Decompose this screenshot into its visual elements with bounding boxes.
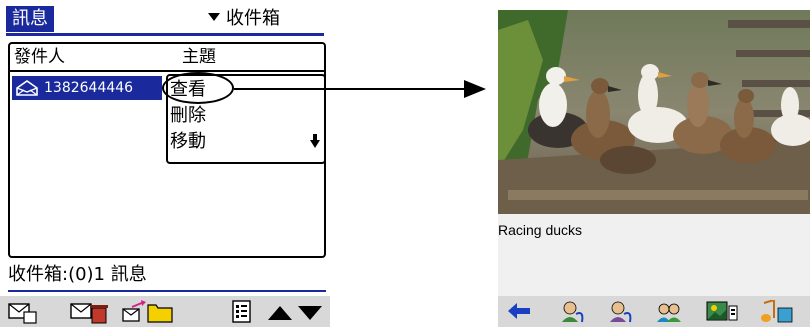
menu-item-move[interactable]: 移動 bbox=[170, 130, 206, 154]
message-row[interactable]: 1382644446 bbox=[12, 76, 162, 100]
status-divider bbox=[8, 290, 326, 292]
title-divider bbox=[6, 33, 324, 36]
highlight-circle bbox=[162, 72, 234, 104]
app-title[interactable]: 訊息 bbox=[6, 6, 54, 32]
ducks-photo bbox=[498, 10, 810, 214]
scroll-up-icon[interactable] bbox=[268, 306, 292, 320]
list-header: 發件人 主題 bbox=[10, 44, 324, 72]
menu-item-delete[interactable]: 刪除 bbox=[170, 104, 206, 128]
image-icon[interactable] bbox=[706, 300, 738, 324]
dropdown-triangle-icon bbox=[208, 13, 220, 21]
inbox-status: 收件箱:(0)1 訊息 bbox=[8, 264, 147, 285]
title-bar: 訊息 收件箱 bbox=[0, 6, 330, 36]
pointer-arrow-line bbox=[234, 88, 466, 90]
scroll-down-icon[interactable] bbox=[298, 306, 322, 320]
music-note-icon[interactable] bbox=[758, 300, 798, 324]
envelope-icon bbox=[16, 80, 38, 96]
contact-icon-3[interactable] bbox=[656, 300, 682, 324]
move-to-folder-icon[interactable] bbox=[122, 300, 174, 324]
contact-icon-2[interactable] bbox=[608, 300, 634, 324]
delete-message-icon[interactable] bbox=[70, 300, 110, 324]
messages-screen: 訊息 收件箱 發件人 主題 1382644446 查看 刪除 移動 收件箱:(0… bbox=[0, 0, 330, 327]
back-arrow-icon[interactable] bbox=[508, 303, 530, 319]
column-header-subject: 主題 bbox=[182, 47, 216, 67]
category-label: 收件箱 bbox=[226, 8, 280, 29]
right-toolbar bbox=[498, 296, 810, 327]
new-message-icon[interactable] bbox=[8, 300, 38, 324]
column-header-sender: 發件人 bbox=[14, 47, 65, 67]
menu-scroll-down-icon[interactable] bbox=[310, 134, 320, 148]
left-toolbar bbox=[0, 296, 330, 327]
image-caption: Racing ducks bbox=[498, 222, 583, 238]
caption-area: Racing ducks bbox=[498, 214, 810, 296]
message-viewer-screen: Racing ducks bbox=[498, 0, 810, 327]
category-dropdown[interactable]: 收件箱 bbox=[208, 6, 280, 32]
pointer-arrow-head bbox=[464, 80, 486, 98]
sender-number: 1382644446 bbox=[44, 80, 134, 96]
details-icon[interactable] bbox=[232, 300, 252, 324]
contact-icon-1[interactable] bbox=[560, 300, 586, 324]
